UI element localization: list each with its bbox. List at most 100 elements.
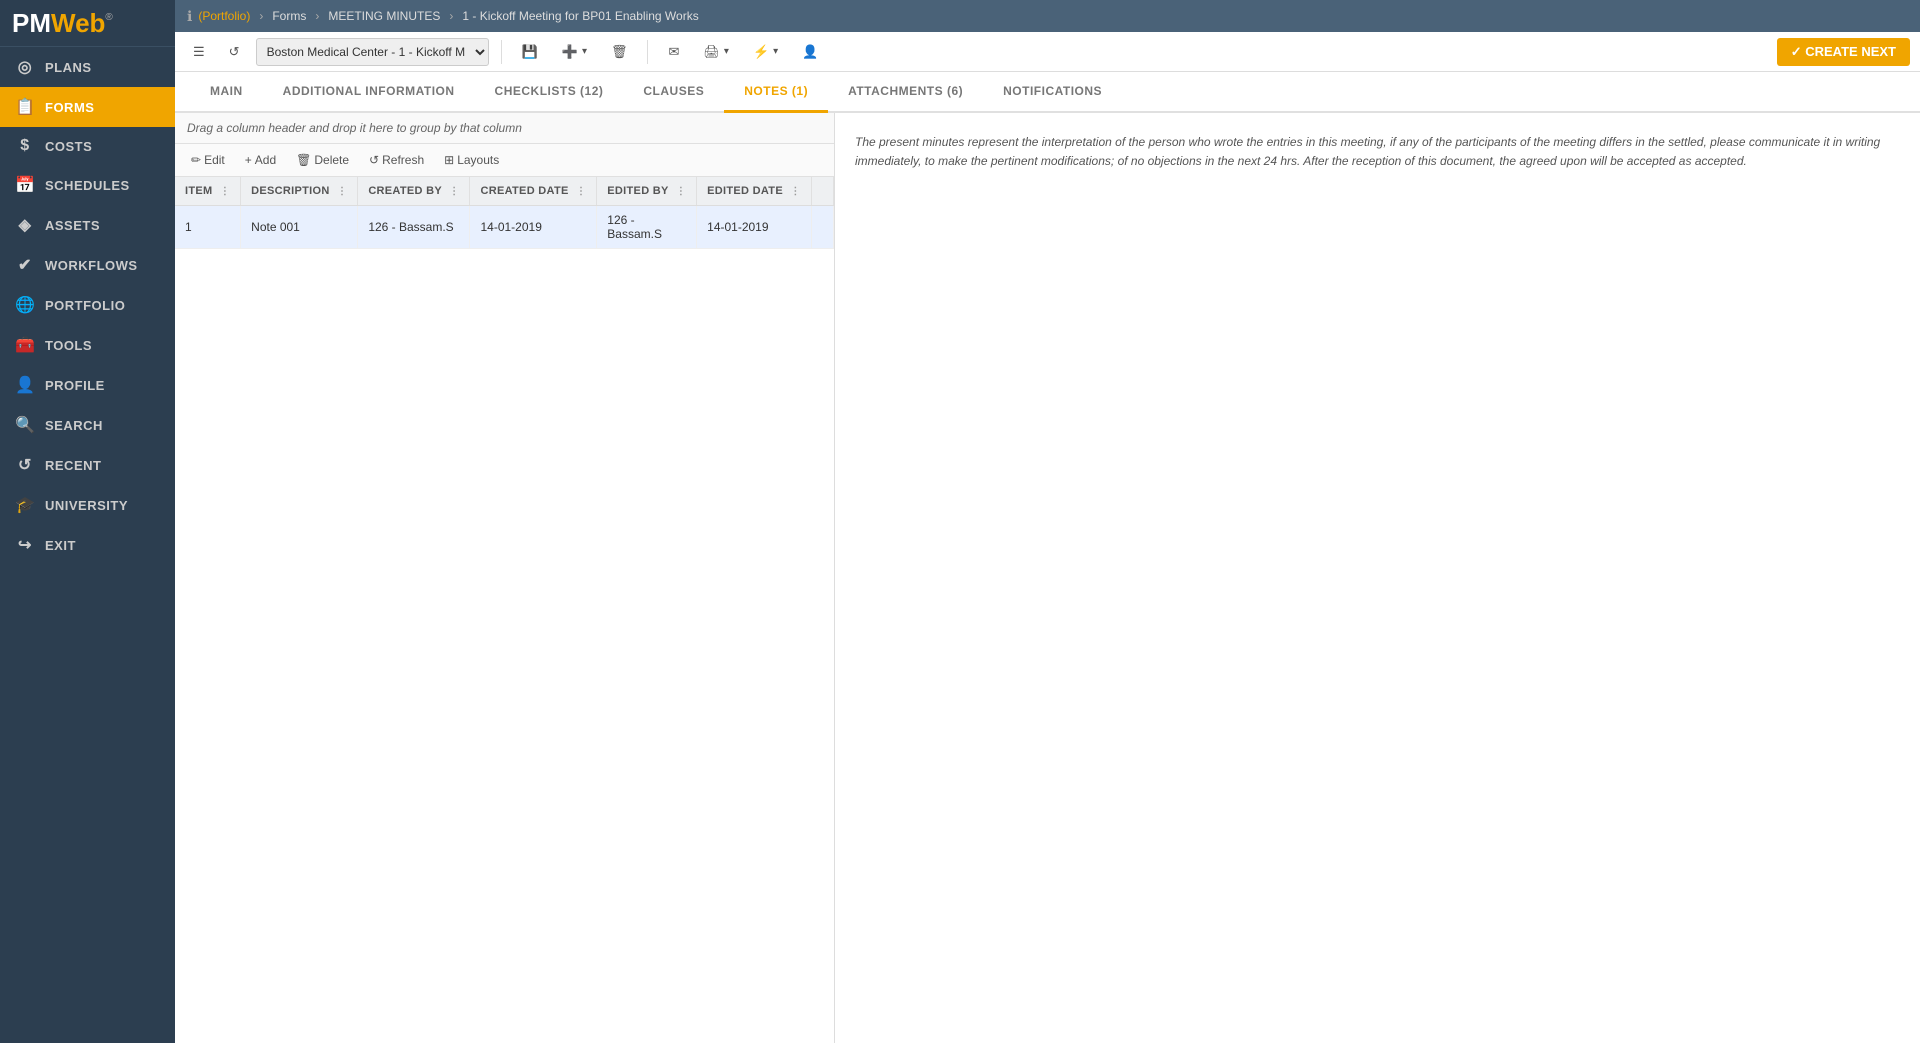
add-button[interactable]: ➕ ▾	[554, 40, 595, 64]
save-icon: 💾	[522, 44, 538, 60]
sidebar-label-recent: RECENT	[45, 458, 101, 473]
sidebar-label-university: UNIVERSITY	[45, 498, 128, 513]
sidebar-item-tools[interactable]: 🧰 TOOLS	[0, 325, 175, 365]
sort-icon-edited-by: ⋮	[676, 186, 686, 197]
email-button[interactable]: ✉	[660, 40, 687, 64]
grid-table-container: ITEM ⋮ DESCRIPTION ⋮ CREATED BY ⋮ CREATE…	[175, 177, 834, 249]
sidebar-item-search[interactable]: 🔍 SEARCH	[0, 405, 175, 445]
logo: PM Web ®	[0, 0, 175, 47]
grid-refresh-icon: ↺	[369, 153, 379, 167]
sidebar-label-portfolio: PORTFOLIO	[45, 298, 125, 313]
sidebar-item-university[interactable]: 🎓 UNIVERSITY	[0, 485, 175, 525]
record-dropdown[interactable]: Boston Medical Center - 1 - Kickoff M	[256, 38, 489, 66]
schedules-icon: 📅	[15, 175, 35, 195]
tab-main[interactable]: MAIN	[190, 72, 263, 113]
save-button[interactable]: 💾	[514, 40, 546, 64]
user-button[interactable]: 👤	[794, 40, 826, 64]
col-header-created-date[interactable]: CREATED DATE ⋮	[470, 177, 597, 206]
grid-layouts-button[interactable]: ⊞ Layouts	[436, 150, 507, 170]
grid-body: 1Note 001126 - Bassam.S14-01-2019126 - B…	[175, 206, 834, 249]
tab-attachments[interactable]: ATTACHMENTS (6)	[828, 72, 983, 113]
grid-delete-label: Delete	[314, 153, 349, 167]
sidebar-item-plans[interactable]: ◎ PLANS	[0, 47, 175, 87]
col-header-extra	[811, 177, 833, 206]
lightning-button[interactable]: ⚡ ▾	[745, 40, 786, 64]
grid-add-label: Add	[255, 153, 276, 167]
note-text: The present minutes represent the interp…	[855, 133, 1900, 171]
lightning-dropdown-icon: ▾	[773, 46, 778, 57]
table-row[interactable]: 1Note 001126 - Bassam.S14-01-2019126 - B…	[175, 206, 834, 249]
sidebar-label-forms: FORMS	[45, 100, 94, 115]
forms-icon: 📋	[15, 97, 35, 117]
separator1	[501, 40, 502, 64]
sidebar-label-assets: ASSETS	[45, 218, 100, 233]
table-header-row: ITEM ⋮ DESCRIPTION ⋮ CREATED BY ⋮ CREATE…	[175, 177, 834, 206]
tab-checklists[interactable]: CHECKLISTS (12)	[475, 72, 624, 113]
grid-panel: Drag a column header and drop it here to…	[175, 113, 835, 1043]
breadcrumb-meeting-minutes: MEETING MINUTES	[328, 9, 440, 23]
col-header-created-by[interactable]: CREATED BY ⋮	[358, 177, 470, 206]
tabs: MAINADDITIONAL INFORMATIONCHECKLISTS (12…	[175, 72, 1920, 113]
notes-panel: The present minutes represent the interp…	[835, 113, 1920, 1043]
workflows-icon: ✔	[15, 255, 35, 275]
print-dropdown-icon: ▾	[724, 46, 729, 57]
grid-toolbar: ✏ Edit + Add 🗑 Delete ↺ Refresh ⊞ Lay	[175, 144, 834, 177]
create-next-button[interactable]: ✓ CREATE NEXT	[1777, 38, 1910, 66]
create-next-label: ✓ CREATE NEXT	[1791, 44, 1896, 60]
sidebar-items: ◎ PLANS 📋 FORMS $ COSTS 📅 SCHEDULES ◈ AS…	[0, 47, 175, 565]
info-icon[interactable]: ℹ	[187, 8, 192, 25]
logo-web: Web	[51, 8, 105, 38]
cell-created_by-0: 126 - Bassam.S	[358, 206, 470, 249]
toolbar: ☰ ↺ Boston Medical Center - 1 - Kickoff …	[175, 32, 1920, 72]
sidebar-item-schedules[interactable]: 📅 SCHEDULES	[0, 165, 175, 205]
sidebar-item-costs[interactable]: $ COSTS	[0, 127, 175, 165]
grid-add-button[interactable]: + Add	[237, 150, 284, 170]
lightning-icon: ⚡	[753, 44, 769, 60]
sidebar-item-profile[interactable]: 👤 PROFILE	[0, 365, 175, 405]
sidebar-item-portfolio[interactable]: 🌐 PORTFOLIO	[0, 285, 175, 325]
cell-edited_by-0: 126 - Bassam.S	[597, 206, 697, 249]
undo-button[interactable]: ↺	[221, 40, 248, 64]
sidebar-item-forms[interactable]: 📋 FORMS	[0, 87, 175, 127]
grid-layouts-icon: ⊞	[444, 153, 454, 167]
grid-refresh-label: Refresh	[382, 153, 424, 167]
col-header-edited-date[interactable]: EDITED DATE ⋮	[697, 177, 812, 206]
email-icon: ✉	[668, 44, 679, 60]
sidebar-item-assets[interactable]: ◈ ASSETS	[0, 205, 175, 245]
grid-delete-button[interactable]: 🗑 Delete	[288, 150, 357, 170]
tab-notes[interactable]: NOTES (1)	[724, 72, 828, 113]
edit-label: Edit	[204, 153, 225, 167]
sidebar-label-search: SEARCH	[45, 418, 103, 433]
list-button[interactable]: ☰	[185, 40, 213, 64]
sidebar-item-exit[interactable]: ↪ EXIT	[0, 525, 175, 565]
logo-pm: PM	[12, 10, 51, 36]
sidebar-label-profile: PROFILE	[45, 378, 105, 393]
main-content: MAINADDITIONAL INFORMATIONCHECKLISTS (12…	[175, 72, 1920, 1043]
recent-icon: ↺	[15, 455, 35, 475]
tab-clauses[interactable]: CLAUSES	[623, 72, 724, 113]
grid-refresh-button[interactable]: ↺ Refresh	[361, 150, 432, 170]
tab-additional[interactable]: ADDITIONAL INFORMATION	[263, 72, 475, 113]
col-header-item[interactable]: ITEM ⋮	[175, 177, 241, 206]
grid-add-icon: +	[245, 153, 252, 167]
tab-notifications[interactable]: NOTIFICATIONS	[983, 72, 1122, 113]
sidebar-item-recent[interactable]: ↺ RECENT	[0, 445, 175, 485]
sort-icon-created-by: ⋮	[449, 186, 459, 197]
exit-icon: ↪	[15, 535, 35, 555]
list-icon: ☰	[193, 44, 205, 60]
sidebar-item-workflows[interactable]: ✔ WORKFLOWS	[0, 245, 175, 285]
col-header-description[interactable]: DESCRIPTION ⋮	[241, 177, 358, 206]
sort-icon-item: ⋮	[220, 186, 230, 197]
print-button[interactable]: 🖨 ▾	[695, 40, 737, 64]
drag-hint: Drag a column header and drop it here to…	[175, 113, 834, 144]
search-icon: 🔍	[15, 415, 35, 435]
delete-button[interactable]: 🗑	[603, 40, 636, 64]
cell-edited_date-0: 14-01-2019	[697, 206, 812, 249]
sort-icon-edited-date: ⋮	[790, 186, 800, 197]
col-header-edited-by[interactable]: EDITED BY ⋮	[597, 177, 697, 206]
edit-button[interactable]: ✏ Edit	[183, 150, 233, 170]
separator2	[647, 40, 648, 64]
breadcrumb-portfolio[interactable]: (Portfolio)	[198, 9, 250, 23]
edit-icon: ✏	[191, 153, 201, 167]
cell-item-0: 1	[175, 206, 241, 249]
